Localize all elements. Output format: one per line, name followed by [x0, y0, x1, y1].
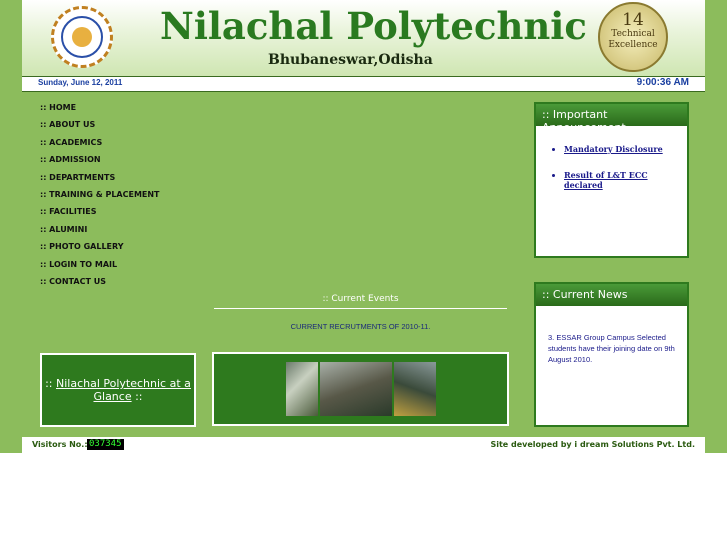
glance-box: :: Nilachal Polytechnic at a Glance :: — [40, 353, 196, 427]
glance-suffix: :: — [135, 390, 143, 403]
nav-item-alumini[interactable]: :: ALUMINI — [40, 225, 160, 242]
gallery-photo-workshop[interactable] — [286, 362, 318, 416]
nav-item-photo-gallery[interactable]: :: PHOTO GALLERY — [40, 242, 160, 259]
badge-number: 14 — [622, 10, 644, 30]
visitor-counter: 037345 — [87, 439, 124, 450]
nav-item-login-to-mail[interactable]: :: LOGIN TO MAIL — [40, 260, 160, 277]
visitors-label: Visitors No.: — [32, 440, 88, 449]
nav-item-academics[interactable]: :: ACADEMICS — [40, 138, 160, 155]
events-divider — [214, 308, 507, 309]
nav-item-admission[interactable]: :: ADMISSION — [40, 155, 160, 172]
announcement-item: Mandatory Disclosure — [564, 144, 687, 154]
nav-item-training-placement[interactable]: :: TRAINING & PLACEMENT — [40, 190, 160, 207]
announcement-link-mandatory-disclosure[interactable]: Mandatory Disclosure — [564, 144, 663, 154]
excellence-badge: 14 Technical Excellence — [598, 2, 668, 72]
page-background-left — [0, 0, 22, 453]
page-background-right — [705, 0, 727, 453]
nav-item-home[interactable]: :: HOME — [40, 103, 160, 120]
site-footer: Visitors No.: 037345 Site developed by i… — [22, 437, 705, 453]
announcement-panel: :: Important Announcement Mandatory Disc… — [534, 102, 689, 258]
nav-item-contact-us[interactable]: :: CONTACT US — [40, 277, 160, 294]
current-time: 9:00:36 AM — [636, 77, 689, 88]
news-panel: :: Current News 3. ESSAR Group Campus Se… — [534, 282, 689, 427]
photo-gallery-strip — [212, 352, 509, 426]
announcement-list: Mandatory Disclosure Result of L&T ECC d… — [548, 144, 687, 190]
events-item[interactable]: CURRENT RECRUTMENTS OF 2010-11. — [214, 322, 507, 331]
glance-link[interactable]: Nilachal Polytechnic at a Glance — [56, 377, 191, 403]
date-bar: Sunday, June 12, 2011 9:00:36 AM — [22, 76, 705, 92]
nav-item-facilities[interactable]: :: FACILITIES — [40, 207, 160, 224]
announcement-item: Result of L&T ECC declared — [564, 170, 687, 190]
news-text: 3. ESSAR Group Campus Selected students … — [548, 333, 675, 364]
glance-prefix: :: — [45, 377, 53, 390]
site-subtitle: Bhubaneswar,Odisha — [268, 52, 433, 68]
logo-core — [72, 27, 92, 47]
badge-text: Technical Excellence — [608, 29, 658, 50]
site-title: Nilachal Polytechnic — [160, 4, 587, 48]
news-title: :: Current News — [536, 284, 687, 306]
current-date: Sunday, June 12, 2011 — [38, 78, 123, 87]
main-nav: :: HOME :: ABOUT US :: ACADEMICS :: ADMI… — [40, 103, 160, 294]
nav-item-about-us[interactable]: :: ABOUT US — [40, 120, 160, 137]
gallery-photo-machines[interactable] — [320, 362, 392, 416]
developer-credit[interactable]: Site developed by i dream Solutions Pvt.… — [490, 440, 695, 449]
nav-item-departments[interactable]: :: DEPARTMENTS — [40, 173, 160, 190]
events-title: :: Current Events — [322, 294, 399, 304]
gallery-photo-students[interactable] — [394, 362, 436, 416]
announcement-title: :: Important Announcement — [536, 104, 687, 134]
college-logo[interactable] — [51, 6, 113, 68]
announcement-link-lt-result[interactable]: Result of L&T ECC declared — [564, 170, 648, 190]
